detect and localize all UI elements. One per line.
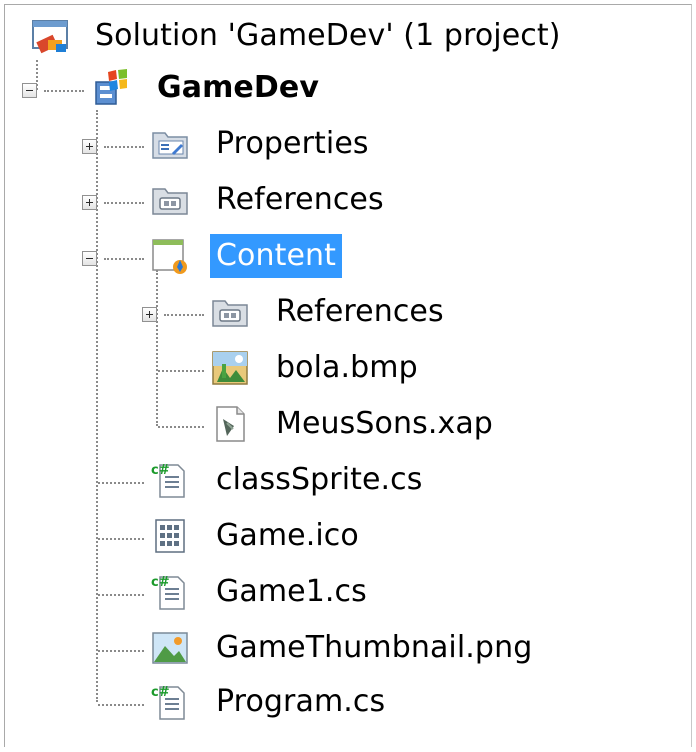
collapse-toggle[interactable] bbox=[82, 251, 97, 266]
tree-node-properties[interactable]: Properties bbox=[0, 118, 696, 174]
tree-node-label: References bbox=[276, 294, 444, 329]
csharp-file-icon: c# bbox=[150, 460, 190, 500]
tree-node-label: Solution 'GameDev' (1 project) bbox=[95, 18, 561, 53]
tree-node-label: bola.bmp bbox=[276, 350, 418, 385]
bitmap-icon bbox=[210, 348, 250, 388]
tree-node-label: Content bbox=[210, 234, 343, 278]
ico-file-icon bbox=[150, 516, 190, 556]
tree-node-label: GameThumbnail.png bbox=[216, 630, 533, 665]
png-image-icon bbox=[150, 628, 190, 668]
csharp-file-icon: c# bbox=[150, 682, 190, 722]
content-icon bbox=[150, 236, 190, 276]
tree-node-solution[interactable]: Solution 'GameDev' (1 project) bbox=[0, 10, 696, 66]
tree-node-label: Game1.cs bbox=[216, 574, 367, 609]
project-icon bbox=[90, 68, 130, 108]
tree-node-classsprite-cs[interactable]: c# classSprite.cs bbox=[0, 454, 696, 510]
solution-icon bbox=[30, 16, 70, 56]
tree-node-gamethumbnail-png[interactable]: GameThumbnail.png bbox=[0, 622, 696, 678]
svg-text:c#: c# bbox=[151, 575, 170, 590]
tree-node-meussons-xap[interactable]: MeusSons.xap bbox=[0, 398, 696, 454]
tree-node-program-cs[interactable]: c# Program.cs bbox=[0, 676, 696, 732]
solution-tree: Solution 'GameDev' (1 project) GameDev P… bbox=[0, 0, 696, 752]
collapse-toggle[interactable] bbox=[22, 83, 37, 98]
tree-node-label: Program.cs bbox=[216, 684, 386, 719]
xap-audio-icon bbox=[210, 404, 250, 444]
tree-node-label: Properties bbox=[216, 126, 369, 161]
tree-node-game1-cs[interactable]: c# Game1.cs bbox=[0, 566, 696, 622]
expand-toggle[interactable] bbox=[82, 195, 97, 210]
tree-node-project-gamedev[interactable]: GameDev bbox=[0, 62, 696, 118]
tree-node-label: References bbox=[216, 182, 384, 217]
references-icon bbox=[150, 180, 190, 220]
tree-node-game-ico[interactable]: Game.ico bbox=[0, 510, 696, 566]
tree-node-content[interactable]: Content bbox=[0, 230, 696, 286]
expand-toggle[interactable] bbox=[82, 139, 97, 154]
tree-node-references[interactable]: References bbox=[0, 174, 696, 230]
tree-node-label: GameDev bbox=[157, 70, 319, 105]
tree-node-label: classSprite.cs bbox=[216, 462, 423, 497]
tree-node-label: Game.ico bbox=[216, 518, 359, 553]
tree-node-bola-bmp[interactable]: bola.bmp bbox=[0, 342, 696, 398]
expand-toggle[interactable] bbox=[142, 307, 157, 322]
svg-text:c#: c# bbox=[151, 463, 170, 478]
csharp-file-icon: c# bbox=[150, 572, 190, 612]
tree-node-label: MeusSons.xap bbox=[276, 406, 493, 441]
tree-node-content-references[interactable]: References bbox=[0, 286, 696, 342]
properties-icon bbox=[150, 124, 190, 164]
references-icon bbox=[210, 292, 250, 332]
svg-text:c#: c# bbox=[151, 685, 170, 700]
